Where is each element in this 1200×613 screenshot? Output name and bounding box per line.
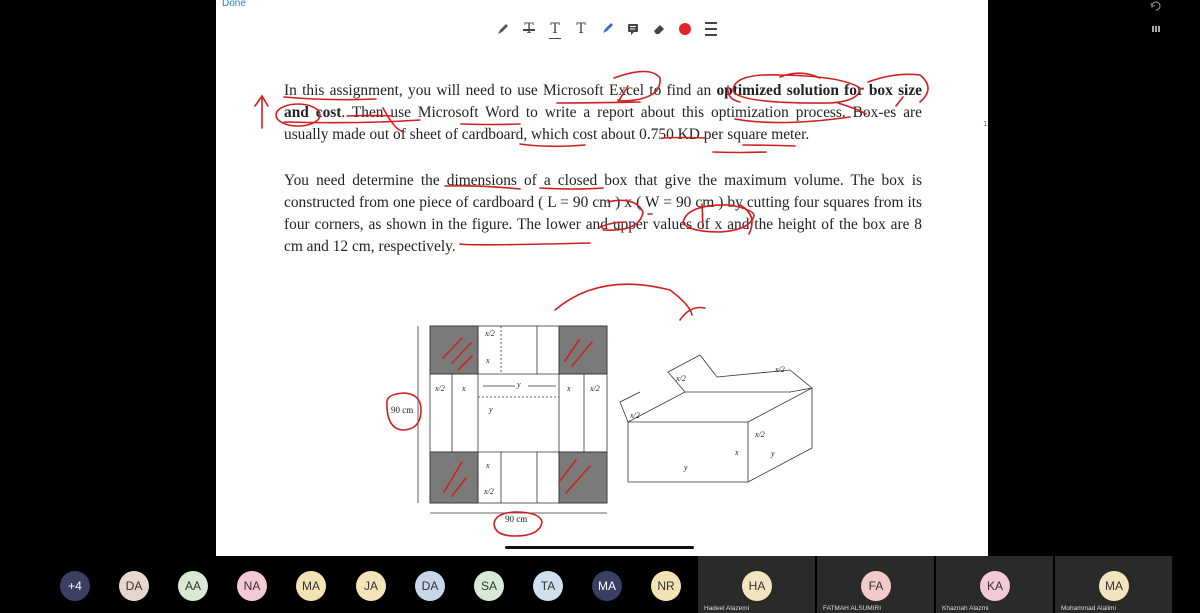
participant-avatar[interactable]: MA bbox=[592, 571, 622, 601]
strikethrough-text-icon[interactable]: T bbox=[521, 20, 537, 38]
annotation-toolbar: T T T bbox=[495, 17, 719, 41]
pen-icon[interactable] bbox=[495, 20, 511, 38]
viewer-corner-controls bbox=[992, 0, 1192, 40]
participant-avatar[interactable]: NR bbox=[651, 571, 681, 601]
participant-avatar[interactable]: MA bbox=[296, 571, 326, 601]
participant-name: Khaznah Alazmi bbox=[942, 605, 989, 612]
done-button[interactable]: Done bbox=[222, 0, 246, 9]
participant-avatar[interactable]: DA bbox=[119, 571, 149, 601]
menu-icon[interactable] bbox=[703, 20, 719, 38]
participant-avatar[interactable]: +4 bbox=[60, 571, 90, 601]
horizontal-scroll-indicator[interactable] bbox=[505, 546, 694, 549]
document-text: In this assignment, you will need to use… bbox=[284, 80, 922, 282]
participant-name: Mohammad Alalimi bbox=[1061, 605, 1116, 612]
participant-avatar: MA bbox=[1099, 571, 1129, 601]
participant-avatar[interactable]: SA bbox=[474, 571, 504, 601]
participant-avatar: FA bbox=[861, 571, 891, 601]
thumbnails-icon[interactable] bbox=[1152, 26, 1160, 32]
participant-name: FATMAH ALSUMIRI bbox=[823, 605, 882, 612]
paragraph-2: You need determine the dimensions of a c… bbox=[284, 172, 922, 255]
text-icon[interactable]: T bbox=[573, 20, 589, 38]
participant-avatar[interactable]: JA bbox=[356, 571, 386, 601]
participant-name: Hadeel Alazemi bbox=[704, 605, 750, 612]
participant-avatar[interactable]: TA bbox=[533, 571, 563, 601]
paragraph-1: In this assignment, you will need to use… bbox=[284, 82, 922, 143]
participant-avatar[interactable]: AA bbox=[178, 571, 208, 601]
record-dot-icon[interactable] bbox=[677, 20, 693, 38]
eraser-icon[interactable] bbox=[651, 20, 667, 38]
participant-avatar: KA bbox=[980, 571, 1010, 601]
comment-icon[interactable] bbox=[625, 20, 641, 38]
participant-avatar[interactable]: DA bbox=[415, 571, 445, 601]
page-number: 1 bbox=[983, 120, 988, 128]
marker-icon[interactable] bbox=[599, 20, 615, 38]
participant-avatar: HA bbox=[742, 571, 772, 601]
participant-avatar[interactable]: NA bbox=[237, 571, 267, 601]
undo-icon[interactable] bbox=[1150, 1, 1161, 11]
underline-text-icon[interactable]: T bbox=[547, 20, 563, 39]
